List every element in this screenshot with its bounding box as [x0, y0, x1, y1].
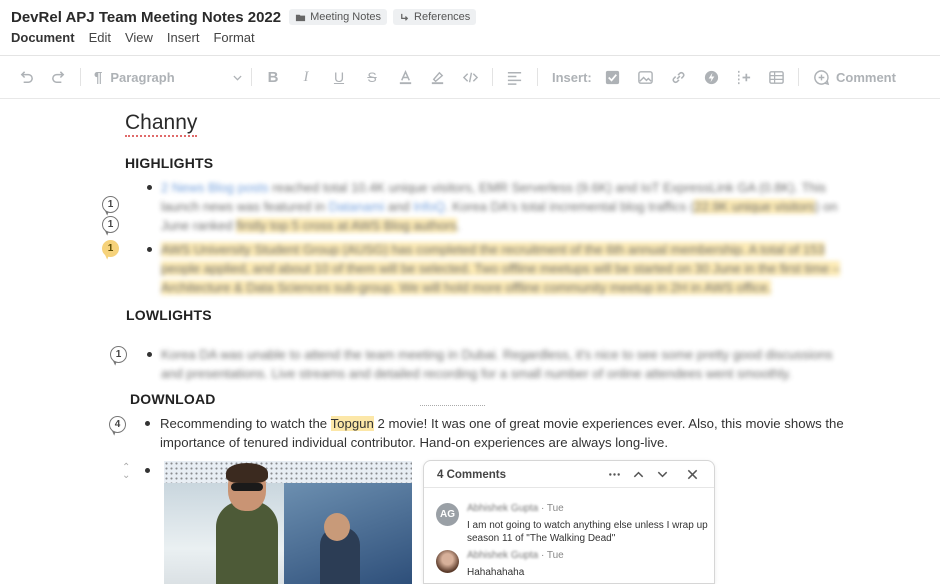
- comments-panel: 4 Comments AG Abhishek Gupta · Tue I am …: [423, 460, 715, 584]
- paragraph-style-value: Paragraph: [110, 69, 175, 85]
- table-icon[interactable]: [767, 68, 785, 86]
- bold-icon[interactable]: B: [264, 68, 282, 86]
- link-datanami[interactable]: Datanami: [329, 199, 385, 214]
- menu-insert[interactable]: Insert: [167, 30, 200, 46]
- menu-document[interactable]: Document: [11, 30, 75, 46]
- bullet: [147, 352, 152, 357]
- comment-time: · Tue: [540, 503, 564, 514]
- highlights-paragraph-1[interactable]: 2 News Blog posts reached total 10.4K un…: [161, 178, 851, 235]
- comments-count-title: 4 Comments: [437, 468, 507, 481]
- heading-lowlights[interactable]: LOWLIGHTS: [126, 307, 212, 323]
- comment-button[interactable]: Comment: [813, 68, 908, 86]
- highlighted-text[interactable]: firstly top 5 cross at AWS Blog authors: [236, 218, 457, 233]
- text-run: . Korea DA's total incremental blog traf…: [445, 199, 695, 214]
- link-news-blog-posts[interactable]: 2 News Blog posts: [161, 180, 269, 195]
- dotted-separator: [420, 405, 485, 406]
- comment-count-badge[interactable]: 1: [102, 196, 119, 213]
- undo-icon[interactable]: [16, 68, 36, 86]
- highlighted-text[interactable]: 22.9K unique visitors: [694, 199, 816, 214]
- close-icon[interactable]: [683, 466, 701, 484]
- strikethrough-icon[interactable]: S: [363, 68, 381, 86]
- comment-count-badge[interactable]: 1: [110, 346, 127, 363]
- more-options-icon[interactable]: [605, 466, 623, 484]
- bullet: [145, 421, 150, 426]
- drag-handle-icon[interactable]: ⌃ ⌄: [122, 463, 130, 481]
- add-column-icon[interactable]: [734, 68, 752, 86]
- toolbar-divider-line: [0, 98, 940, 99]
- add-comment-icon: [814, 69, 830, 85]
- heading-highlights[interactable]: HIGHLIGHTS: [125, 155, 213, 171]
- bullet: [147, 185, 152, 190]
- comment-meta: Abhishek Gupta · Tue: [467, 550, 564, 561]
- toolbar: ¶ Paragraph B I U S Insert: Comment: [0, 60, 940, 94]
- header-divider: [0, 55, 940, 56]
- insert-label: Insert:: [552, 69, 592, 85]
- comment-author[interactable]: Abhishek Gupta: [467, 550, 538, 561]
- text-run: and: [384, 199, 414, 214]
- text-run: Recommending to watch the: [160, 416, 331, 431]
- avatar[interactable]: AG: [436, 503, 459, 526]
- italic-icon[interactable]: I: [297, 68, 315, 86]
- bullet: [145, 468, 150, 473]
- heading-download[interactable]: DOWNLOAD: [130, 391, 216, 407]
- underline-icon[interactable]: U: [330, 68, 348, 86]
- checkbox-icon[interactable]: [603, 68, 621, 86]
- toolbar-divider: [798, 68, 799, 86]
- sunglasses: [231, 483, 263, 491]
- menu-bar: Document Edit View Insert Format: [11, 30, 255, 46]
- text-run: .: [456, 218, 461, 233]
- pilot-hair: [226, 463, 268, 483]
- comment-text: Hahahahaha: [467, 567, 525, 578]
- comment-text: I am not going to watch anything else un…: [467, 520, 708, 544]
- comment-count-badge[interactable]: 1: [102, 216, 119, 233]
- paragraph-style-select[interactable]: ¶ Paragraph: [94, 68, 244, 86]
- comment-time: · Tue: [540, 550, 564, 561]
- chip-meeting-notes-label: Meeting Notes: [310, 11, 382, 23]
- bullet: [147, 247, 152, 252]
- highlighted-text-topgun[interactable]: Topgun: [330, 416, 374, 431]
- download-paragraph-1[interactable]: Recommending to watch the Topgun 2 movie…: [160, 414, 860, 452]
- comment-count-badge[interactable]: 4: [109, 416, 126, 433]
- pilot-figure: [216, 501, 278, 584]
- menu-format[interactable]: Format: [213, 30, 254, 46]
- toolbar-divider: [251, 68, 252, 86]
- chevron-down-icon: [233, 75, 242, 81]
- title-row: DevRel APJ Team Meeting Notes 2022 Meeti…: [11, 7, 477, 27]
- chip-references[interactable]: References: [393, 9, 477, 25]
- lowlights-paragraph-1[interactable]: Korea DA was unable to attend the team m…: [161, 345, 851, 383]
- chevron-down-icon[interactable]: [653, 466, 671, 484]
- pilcrow-icon: ¶: [94, 68, 103, 86]
- folder-icon: [296, 14, 306, 21]
- highlight-icon[interactable]: [428, 68, 446, 86]
- live-app-icon[interactable]: [702, 68, 720, 86]
- comment-author[interactable]: Abhishek Gupta: [467, 503, 538, 514]
- link-infoq[interactable]: InfoQ: [413, 199, 445, 214]
- second-person-head: [324, 513, 350, 541]
- chevron-up-icon[interactable]: [629, 466, 647, 484]
- reference-arrow-icon: [401, 13, 409, 21]
- document-title[interactable]: DevRel APJ Team Meeting Notes 2022: [11, 9, 281, 26]
- avatar[interactable]: [436, 550, 459, 573]
- section-heading-channy[interactable]: Channy: [125, 111, 198, 137]
- text-color-icon[interactable]: [396, 68, 414, 86]
- highlighted-text: AWS University Student Group (AUSG) has …: [161, 242, 840, 295]
- comment-meta: Abhishek Gupta · Tue: [467, 503, 564, 514]
- comments-panel-header: 4 Comments: [424, 462, 714, 488]
- menu-view[interactable]: View: [125, 30, 153, 46]
- comment-count-badge-active[interactable]: 1: [102, 240, 119, 257]
- menu-edit[interactable]: Edit: [89, 30, 111, 46]
- toolbar-divider: [80, 68, 81, 86]
- redo-icon[interactable]: [48, 68, 68, 86]
- chip-meeting-notes[interactable]: Meeting Notes: [289, 9, 388, 25]
- comment-button-label: Comment: [836, 69, 896, 85]
- align-left-icon[interactable]: [505, 68, 523, 86]
- toolbar-divider: [537, 68, 538, 86]
- image-icon[interactable]: [636, 68, 654, 86]
- chip-references-label: References: [414, 11, 471, 23]
- movie-poster-image[interactable]: [164, 461, 412, 584]
- link-icon[interactable]: [669, 68, 687, 86]
- highlights-paragraph-2[interactable]: AWS University Student Group (AUSG) has …: [161, 240, 851, 297]
- code-icon[interactable]: [460, 68, 480, 86]
- toolbar-divider: [492, 68, 493, 86]
